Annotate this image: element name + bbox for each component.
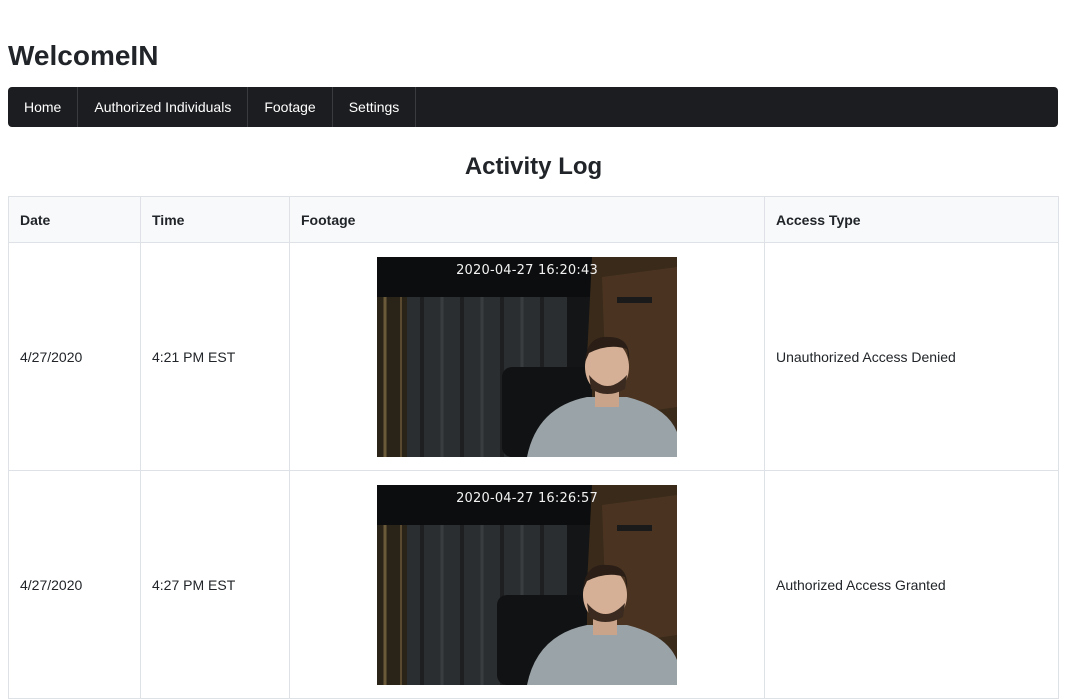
nav-item-home[interactable]: Home — [8, 87, 79, 127]
page: WelcomeIN Home Authorized Individuals Fo… — [0, 0, 1067, 699]
nav-item-footage[interactable]: Footage — [248, 87, 333, 127]
row-time: 4:27 PM EST — [140, 470, 290, 699]
table-header-row: Date Time Footage Access Type — [8, 196, 1059, 243]
camera-frame-image — [377, 256, 677, 457]
column-header-access-type: Access Type — [764, 196, 1059, 243]
navbar: Home Authorized Individuals Footage Sett… — [8, 87, 1058, 127]
activity-log-table: Date Time Footage Access Type 4/27/2020 … — [8, 196, 1059, 699]
nav-item-authorized-individuals[interactable]: Authorized Individuals — [78, 87, 249, 127]
row-date: 4/27/2020 — [8, 242, 141, 471]
camera-frame-image — [377, 484, 677, 685]
footage-timestamp: 2020-04-27 16:26:57 — [456, 490, 598, 506]
row-access-type: Authorized Access Granted — [764, 470, 1059, 699]
footage-timestamp: 2020-04-27 16:20:43 — [456, 262, 598, 278]
row-footage: 2020-04-27 16:20:43 — [289, 242, 765, 471]
page-title: Activity Log — [464, 153, 603, 180]
table-row: 4/27/2020 4:21 PM EST 2020-04-27 16:20:4… — [8, 242, 1059, 471]
app-title: WelcomeIN — [8, 40, 159, 71]
row-time: 4:21 PM EST — [140, 242, 290, 471]
table-row: 4/27/2020 4:27 PM EST 2020-04-27 16:26:5… — [8, 470, 1059, 699]
column-header-time: Time — [140, 196, 290, 243]
column-header-footage: Footage — [289, 196, 765, 243]
row-date: 4/27/2020 — [8, 470, 141, 699]
footage-thumbnail[interactable]: 2020-04-27 16:20:43 — [377, 256, 677, 457]
row-access-type: Unauthorized Access Denied — [764, 242, 1059, 471]
nav-item-settings[interactable]: Settings — [333, 87, 417, 127]
column-header-date: Date — [8, 196, 141, 243]
row-footage: 2020-04-27 16:26:57 — [289, 470, 765, 699]
footage-thumbnail[interactable]: 2020-04-27 16:26:57 — [377, 484, 677, 685]
